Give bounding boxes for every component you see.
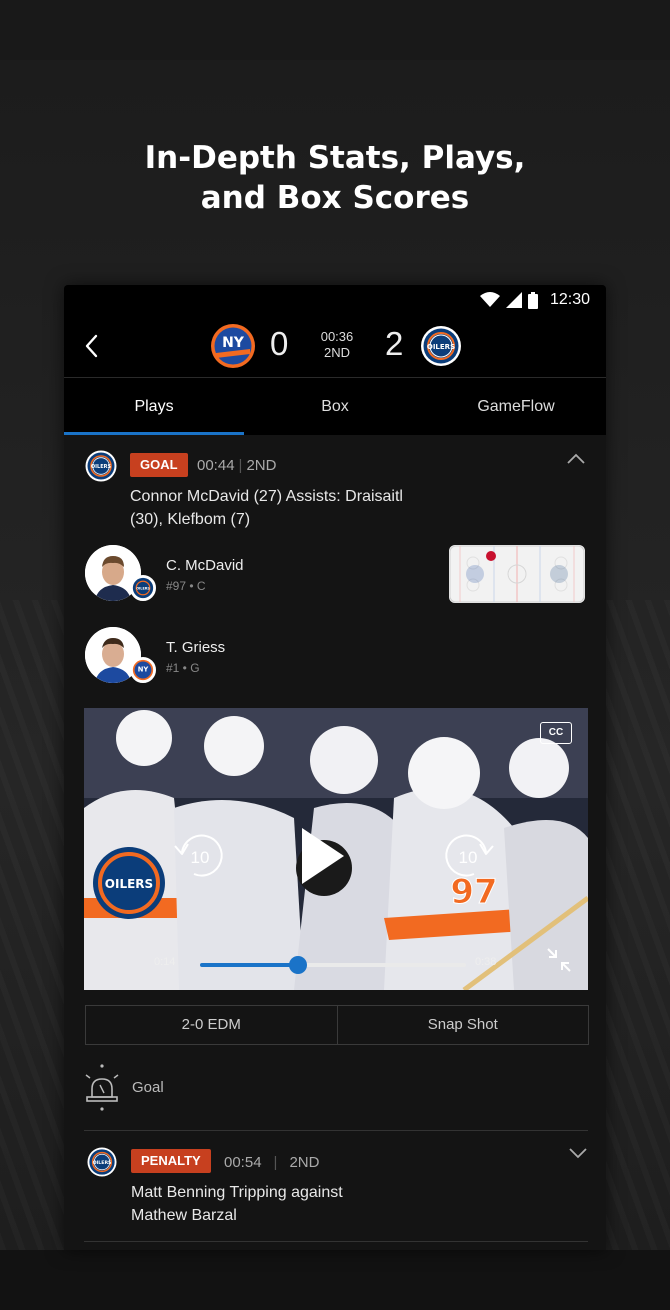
play-description: Connor McDavid (27) Assists: Draisaitl (… xyxy=(130,485,460,531)
meta-separator: | xyxy=(273,1154,278,1171)
top-band xyxy=(0,0,670,60)
tab-box[interactable]: Box xyxy=(244,378,426,436)
svg-text:NY: NY xyxy=(138,666,149,674)
clock-period: 2ND xyxy=(323,345,350,360)
away-score: 0 xyxy=(270,325,289,362)
exit-fullscreen-icon[interactable] xyxy=(544,945,574,975)
play-period: 2ND xyxy=(289,1154,320,1171)
tab-gameflow[interactable]: GameFlow xyxy=(426,378,606,436)
back-arrow-icon[interactable] xyxy=(78,331,108,361)
forward-seconds: 10 xyxy=(459,848,478,867)
player-detail: #1 • G xyxy=(166,661,200,675)
oilers-logo-icon[interactable]: OILERS xyxy=(420,325,462,367)
chevron-down-icon[interactable] xyxy=(568,1147,588,1159)
status-bar: 12:30 xyxy=(64,285,606,315)
svg-text:OILERS: OILERS xyxy=(93,1160,112,1166)
forward-10-icon[interactable]: 10 xyxy=(440,828,500,884)
video-elapsed-time: 0:14 xyxy=(154,956,176,968)
rink-shot-map[interactable] xyxy=(449,545,585,603)
rewind-10-icon[interactable]: 10 xyxy=(172,828,228,884)
closed-captions-button[interactable]: CC xyxy=(540,722,572,744)
play-description: Matt Benning Tripping against Mathew Bar… xyxy=(131,1181,461,1227)
islanders-logo-icon[interactable]: NY xyxy=(210,323,256,369)
play-time: 00:44 xyxy=(197,457,235,474)
play-time: 00:54 xyxy=(224,1154,262,1171)
play-description-line-2: (30), Klefbom (7) xyxy=(130,511,251,528)
headline-line-1: In-Depth Stats, Plays, xyxy=(144,140,526,176)
play-description-line-1: Matt Benning Tripping against xyxy=(131,1184,343,1201)
play-divider xyxy=(84,1241,588,1242)
play-description-line-1: Connor McDavid (27) Assists: Draisaitl xyxy=(130,488,403,505)
oilers-logo-icon: OILERS xyxy=(87,1147,117,1177)
signal-icon xyxy=(505,292,522,308)
svg-text:OILERS: OILERS xyxy=(91,464,112,470)
svg-text:OILERS: OILERS xyxy=(105,877,153,891)
player-detail: #97 • C xyxy=(166,579,206,593)
islanders-logo-icon: NY xyxy=(130,657,156,683)
svg-text:OILERS: OILERS xyxy=(136,587,150,591)
meta-separator: | xyxy=(238,457,243,474)
shot-type: Snap Shot xyxy=(336,1006,589,1044)
goal-badge: GOAL xyxy=(130,453,188,477)
play-icon[interactable] xyxy=(296,824,348,888)
oilers-logo-icon: OILERS xyxy=(85,450,117,482)
home-score: 2 xyxy=(385,325,404,362)
play-stats-row: 2-0 EDM Snap Shot xyxy=(85,1005,589,1045)
play-period: 2ND xyxy=(246,457,277,474)
tab-plays[interactable]: Plays xyxy=(64,378,244,436)
bottom-band xyxy=(0,1250,670,1310)
goal-siren-icon xyxy=(85,1064,119,1111)
video-duration: 0:38 xyxy=(475,956,497,968)
rewind-seconds: 10 xyxy=(191,848,210,867)
status-time: 12:30 xyxy=(549,291,590,308)
headline-line-2: and Box Scores xyxy=(200,180,470,216)
scoreboard: NY 0 00:36 2ND 2 OILERS xyxy=(64,315,606,377)
tab-bar: Plays Box GameFlow xyxy=(64,377,606,435)
svg-text:OILERS: OILERS xyxy=(427,343,455,351)
battery-icon xyxy=(527,291,538,309)
video-seek-bar[interactable] xyxy=(200,956,466,974)
goal-event-row: Goal xyxy=(82,1057,282,1117)
promo-headline: In-Depth Stats, Plays, and Box Scores xyxy=(0,138,670,218)
play-divider xyxy=(84,1130,588,1131)
game-clock: 00:36 2ND xyxy=(312,329,362,361)
phone-screen: 12:30 NY 0 00:36 2ND 2 OILERS Plays Box … xyxy=(64,285,606,1250)
penalty-badge: PENALTY xyxy=(131,1149,211,1173)
video-progress xyxy=(200,963,299,967)
chevron-up-icon[interactable] xyxy=(566,453,586,465)
plays-feed[interactable]: OILERS GOAL 00:44 | 2ND Connor McDavid (27… xyxy=(64,435,606,1250)
play-meta: 00:54 | 2ND xyxy=(224,1154,319,1171)
player-name: C. McDavid xyxy=(166,557,244,574)
goal-event-label: Goal xyxy=(132,1079,164,1096)
clock-time: 00:36 xyxy=(320,329,354,344)
play-meta: 00:44 | 2ND xyxy=(197,457,276,474)
wifi-icon xyxy=(479,292,500,307)
play-description-line-2: Mathew Barzal xyxy=(131,1207,237,1224)
player-name: T. Griess xyxy=(166,639,226,656)
svg-text:NY: NY xyxy=(222,335,245,351)
score-after-play: 2-0 EDM xyxy=(181,1016,241,1033)
oilers-logo-icon: OILERS xyxy=(130,575,156,601)
highlight-video-player[interactable]: OILERS 97 CC 10 10 0:14 0:38 xyxy=(84,708,588,990)
